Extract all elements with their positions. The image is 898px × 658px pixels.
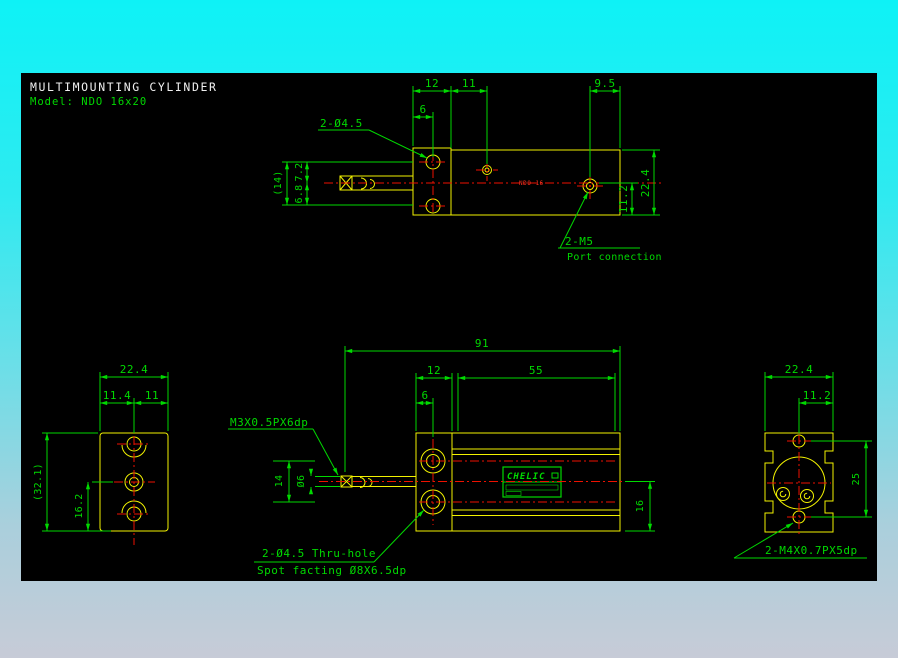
dim-55: 55 [529,364,543,377]
port-callout: 2-M5 Port connection [558,191,662,263]
dim-11-2: 11.2 [803,389,832,402]
front-view: CHELIC 91 12 55 6 14 Ø6 16 M3X0.5PX6dp 2… [228,337,655,577]
dim-32-1-ref: (32.1) [33,463,44,501]
dim-16-2: 16.2 [74,493,85,518]
dim-6: 6 [421,389,428,402]
dim-11: 11 [145,389,159,402]
drawing-canvas: MULTIMOUNTING CYLINDER Model: NDO 16x20 … [21,73,877,581]
dim-11-4: 11.4 [103,389,132,402]
dim-14-ref: (14) [273,170,284,195]
dim-12: 12 [425,77,439,90]
rod-thread-callout: M3X0.5PX6dp [228,416,339,476]
dim-91: 91 [475,337,489,350]
dim-9-5: 9.5 [594,77,615,90]
cad-viewer: { "window": { "title": "MULTIMOUNTING CY… [0,0,898,658]
dim-25: 25 [851,473,862,486]
mounting-plate-outline [412,147,452,216]
dim-22-4: 22.4 [120,363,149,376]
right-cushion-left [776,487,790,501]
dim-7-2: 7.2 [294,163,305,182]
body-marking: NDO 16 [519,180,544,187]
thread-callout: 2-M4X0.7PX5dp [733,522,867,559]
drawing-title: MULTIMOUNTING CYLINDER [30,80,218,94]
label-2-dia4-5: 2-Ø4.5 [320,117,363,130]
label-rod-thread: M3X0.5PX6dp [230,416,308,429]
top-view-dimensions: 12 11 9.5 6 (14) 7.2 6.8 11.2 22.4 [273,77,660,216]
left-end-view: 22.4 11.4 11 (32.1) 16.2 [33,363,169,545]
right-cushion-right [800,489,814,503]
dim-12: 12 [427,364,441,377]
dim-22-4: 22.4 [785,363,814,376]
hole-callout: 2-Ø4.5 [318,117,428,159]
brand-text: CHELIC [507,472,546,482]
dim-22-4: 22.4 [639,169,652,198]
dim-6: 6 [419,103,426,116]
label-m4-thread: 2-M4X0.7PX5dp [765,544,858,557]
dim-6-8: 6.8 [294,185,305,204]
dim-16: 16 [635,500,646,513]
drawing-model: Model: NDO 16x20 [30,96,147,108]
label-thru-hole: 2-Ø4.5 Thru-hole [262,547,376,560]
label-port-connection: Port connection [567,252,662,263]
thru-hole-callout: 2-Ø4.5 Thru-hole Spot facting Ø8X6.5dp [254,509,425,577]
dim-11-2: 11.2 [617,185,630,214]
dim-11: 11 [462,77,476,90]
right-view-dimensions: 22.4 11.2 25 [764,363,872,518]
label-spot-facing: Spot facting Ø8X6.5dp [257,564,407,577]
label-2-m5: 2-M5 [565,235,594,248]
cad-drawing: MULTIMOUNTING CYLINDER Model: NDO 16x20 … [30,77,872,577]
dim-14: 14 [274,475,285,488]
top-view: NDO 16 12 11 9.5 6 (14) 7.2 6.8 11.2 22.… [273,77,662,263]
dim-dia6: Ø6 [295,475,307,488]
right-end-view: 22.4 11.2 25 2-M4X0.7PX5dp [733,363,872,559]
